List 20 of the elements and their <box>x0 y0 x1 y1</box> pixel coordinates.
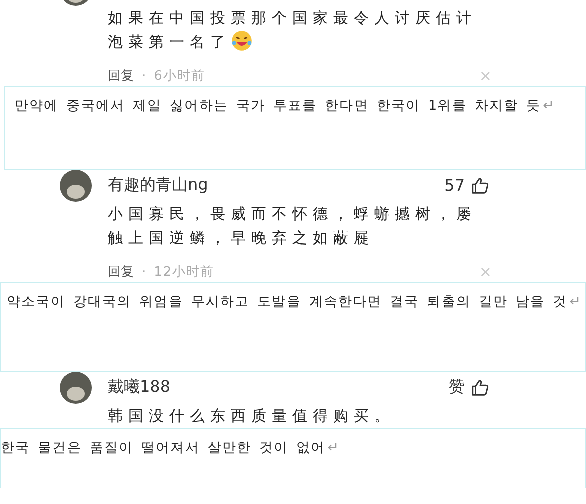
avatar-icon <box>60 372 92 404</box>
separator-dot: · <box>142 68 146 84</box>
translation-text: 한국 물건은 품질이 떨어져서 살만한 것이 없어↵ <box>1 440 340 456</box>
timestamp: 12小时前 <box>154 264 215 281</box>
comment-text: 小国寡民，畏威而不怀德，蜉蝣撼树，屡触上国逆鳞，早晚弃之如蔽屣 <box>108 204 478 249</box>
thumbs-up-icon[interactable] <box>471 378 490 396</box>
thumbs-up-icon[interactable] <box>471 176 490 194</box>
comment-text: 韩国没什么东西质量值得购买。 <box>108 406 396 427</box>
reply-link[interactable]: 回复 <box>108 67 134 85</box>
username[interactable]: 有趣的青山ng <box>108 175 208 195</box>
reply-link[interactable]: 回复 <box>108 263 134 281</box>
translation-text: 약소국이 강대국의 위엄을 무시하고 도발을 계속한다면 결국 퇴출의 길만 남을 것↵ <box>7 294 582 310</box>
translation-text: 만약에 중국에서 제일 싫어하는 국가 투표를 한다면 한국이 1위를 차지할 듯↵ <box>15 98 556 114</box>
separator-dot: · <box>142 264 146 280</box>
comment-text: 如果在中国投票那个国家最令人讨厌估计泡菜第一名了 <box>108 8 478 54</box>
like-count: 57 <box>444 176 465 194</box>
username[interactable]: 戴曦188 <box>108 377 171 397</box>
timestamp: 6小时前 <box>154 68 206 85</box>
avatar-icon <box>60 170 92 202</box>
like-count: 赞 <box>449 376 465 398</box>
